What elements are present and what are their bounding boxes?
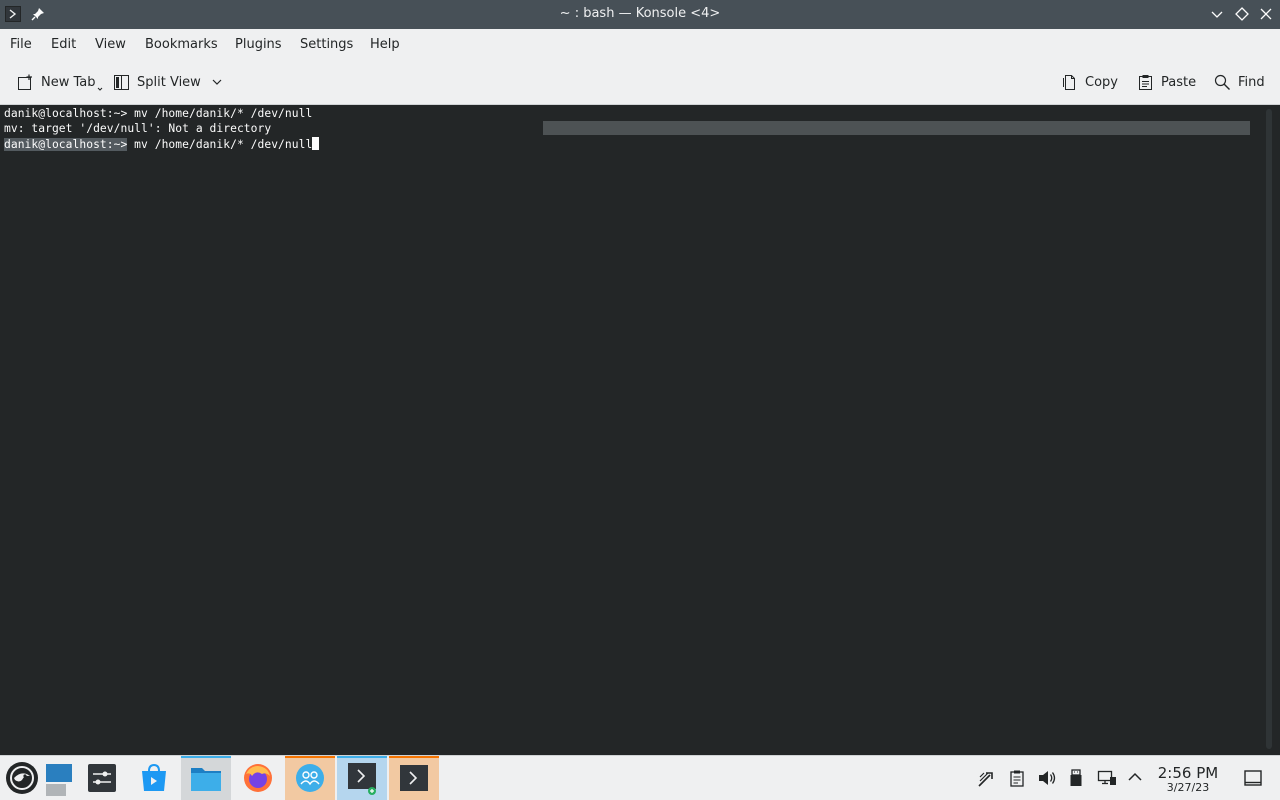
volume-icon[interactable]	[1037, 769, 1057, 787]
new-tab-icon	[18, 74, 32, 90]
people-icon	[296, 764, 324, 792]
copy-icon	[1063, 74, 1075, 90]
search-icon	[1214, 74, 1230, 90]
opensuse-menu-icon	[6, 762, 38, 794]
network-share-icon[interactable]	[976, 769, 996, 789]
firefox-task[interactable]	[233, 756, 283, 800]
find-button[interactable]: Find	[1214, 71, 1265, 93]
chevron-up-icon[interactable]	[1127, 769, 1143, 785]
window-title: ~ : bash — Konsole <4>	[559, 6, 721, 21]
dolphin-task[interactable]	[181, 756, 231, 800]
paste-label: Paste	[1161, 74, 1197, 90]
system-settings-task[interactable]	[77, 756, 127, 800]
menu-bookmarks[interactable]: Bookmarks	[145, 37, 218, 52]
terminal-line: mv: target '/dev/null': Not a directory	[4, 122, 272, 135]
menu-help[interactable]: Help	[370, 37, 400, 52]
application-launcher[interactable]	[0, 756, 44, 800]
discover-task[interactable]	[129, 756, 179, 800]
konsole-icon	[400, 765, 428, 791]
clock-date[interactable]: 3/27/23	[1152, 781, 1224, 794]
people-task[interactable]	[285, 756, 335, 800]
menu-view[interactable]: View	[95, 37, 126, 52]
network-wired-icon[interactable]	[1097, 769, 1117, 787]
scrollbar[interactable]	[1266, 109, 1272, 749]
desktop-icon	[46, 764, 72, 796]
selection-highlight	[543, 121, 1250, 135]
split-view-icon	[114, 74, 129, 90]
terminal-line: danik@localhost:~> mv /home/danik/* /dev…	[4, 107, 313, 120]
find-label: Find	[1238, 74, 1265, 90]
menu-plugins[interactable]: Plugins	[235, 37, 282, 52]
paste-icon	[1139, 74, 1152, 90]
terminal-line: danik@localhost:~> mv /home/danik/* /dev…	[4, 137, 320, 151]
split-view-label: Split View	[137, 74, 201, 90]
copy-label: Copy	[1085, 74, 1118, 90]
new-tab-label: New Tab	[41, 74, 96, 90]
taskbar: 2:56 PM 3/27/23	[0, 755, 1280, 800]
chevron-down-icon[interactable]	[97, 86, 103, 92]
konsole-icon	[348, 763, 376, 795]
show-desktop-icon[interactable]	[1244, 770, 1262, 786]
terminal-view[interactable]: danik@localhost:~> mv /home/danik/* /dev…	[0, 105, 1280, 755]
text-cursor	[312, 137, 320, 150]
prompt-selected: danik@localhost:~>	[4, 138, 128, 151]
split-view-button[interactable]: Split View	[113, 71, 223, 93]
firefox-icon	[244, 764, 272, 792]
konsole-task-2[interactable]	[389, 756, 439, 800]
close-button[interactable]	[1257, 5, 1275, 23]
menu-file[interactable]: File	[10, 37, 32, 52]
toolbar: New Tab Split View Copy Paste Find	[0, 59, 1280, 105]
new-tab-button[interactable]: New Tab	[17, 71, 103, 93]
menu-settings[interactable]: Settings	[300, 37, 353, 52]
konsole-task[interactable]	[337, 756, 387, 800]
clock-time[interactable]: 2:56 PM	[1152, 764, 1224, 782]
minimize-button[interactable]	[1208, 5, 1226, 23]
usb-device-icon[interactable]	[1068, 769, 1084, 787]
command-text: mv /home/danik/* /dev/null	[127, 138, 313, 151]
maximize-button[interactable]	[1233, 5, 1251, 23]
discover-icon	[142, 763, 166, 791]
folder-icon	[191, 768, 221, 791]
title-bar[interactable]: ~ : bash — Konsole <4>	[0, 0, 1280, 29]
settings-icon	[88, 764, 116, 792]
show-desktop-task[interactable]	[40, 756, 76, 800]
menu-edit[interactable]: Edit	[51, 37, 76, 52]
chevron-down-icon[interactable]	[211, 76, 223, 88]
paste-button[interactable]: Paste	[1137, 71, 1196, 93]
clipboard-icon[interactable]	[1008, 769, 1026, 787]
copy-button[interactable]: Copy	[1061, 71, 1118, 93]
menu-bar: File Edit View Bookmarks Plugins Setting…	[0, 29, 1280, 59]
